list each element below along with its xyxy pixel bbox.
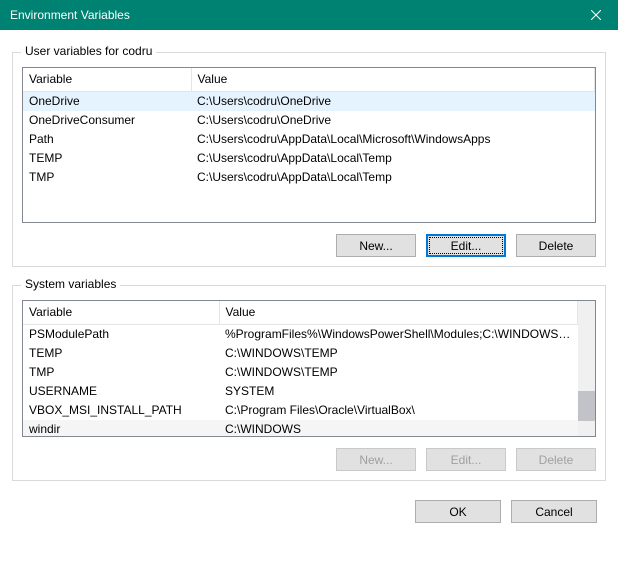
table-row[interactable]: TMP C:\Users\codru\AppData\Local\Temp: [23, 168, 595, 187]
user-delete-button[interactable]: Delete: [516, 234, 596, 257]
table-row[interactable]: windir C:\WINDOWS: [23, 420, 578, 437]
cell-value: C:\Users\codru\OneDrive: [191, 111, 595, 130]
column-header-variable[interactable]: Variable: [23, 68, 191, 92]
column-header-value[interactable]: Value: [191, 68, 595, 92]
table-row[interactable]: TEMP C:\WINDOWS\TEMP: [23, 344, 578, 363]
cell-variable: TMP: [23, 363, 219, 382]
table-row[interactable]: OneDriveConsumer C:\Users\codru\OneDrive: [23, 111, 595, 130]
cell-variable: OneDrive: [23, 92, 191, 112]
cell-variable: TEMP: [23, 149, 191, 168]
scrollbar[interactable]: [578, 301, 595, 436]
table-row[interactable]: USERNAME SYSTEM: [23, 382, 578, 401]
cell-value: %ProgramFiles%\WindowsPowerShell\Modules…: [219, 325, 578, 345]
cell-variable: VBOX_MSI_INSTALL_PATH: [23, 401, 219, 420]
table-row[interactable]: Path C:\Users\codru\AppData\Local\Micros…: [23, 130, 595, 149]
cell-value: C:\WINDOWS\TEMP: [219, 344, 578, 363]
column-header-value[interactable]: Value: [219, 301, 578, 325]
close-button[interactable]: [573, 0, 618, 30]
cell-value: SYSTEM: [219, 382, 578, 401]
cell-variable: TEMP: [23, 344, 219, 363]
table-row[interactable]: TEMP C:\Users\codru\AppData\Local\Temp: [23, 149, 595, 168]
user-buttons-row: New... Edit... Delete: [22, 234, 596, 257]
cell-variable: Path: [23, 130, 191, 149]
window-title: Environment Variables: [10, 8, 130, 22]
user-variables-group: User variables for codru Variable Value …: [12, 52, 606, 267]
table-row[interactable]: VBOX_MSI_INSTALL_PATH C:\Program Files\O…: [23, 401, 578, 420]
system-buttons-row: New... Edit... Delete: [22, 448, 596, 471]
cell-value: C:\Users\codru\OneDrive: [191, 92, 595, 112]
user-new-button[interactable]: New...: [336, 234, 416, 257]
system-delete-button: Delete: [516, 448, 596, 471]
user-edit-button[interactable]: Edit...: [426, 234, 506, 257]
table-header-row: Variable Value: [23, 301, 578, 325]
system-new-button: New...: [336, 448, 416, 471]
scrollbar-thumb[interactable]: [578, 391, 595, 421]
system-variables-group: System variables Variable Value PSModule…: [12, 285, 606, 481]
cell-variable: windir: [23, 420, 219, 437]
cell-variable: USERNAME: [23, 382, 219, 401]
cell-value: C:\Users\codru\AppData\Local\Temp: [191, 149, 595, 168]
ok-button[interactable]: OK: [415, 500, 501, 523]
cell-variable: PSModulePath: [23, 325, 219, 345]
cell-value: C:\Users\codru\AppData\Local\Temp: [191, 168, 595, 187]
cell-variable: TMP: [23, 168, 191, 187]
table-row[interactable]: OneDrive C:\Users\codru\OneDrive: [23, 92, 595, 112]
system-variables-legend: System variables: [21, 277, 120, 291]
cell-value: C:\Program Files\Oracle\VirtualBox\: [219, 401, 578, 420]
user-variables-table[interactable]: Variable Value OneDrive C:\Users\codru\O…: [22, 67, 596, 223]
column-header-variable[interactable]: Variable: [23, 301, 219, 325]
dialog-content: User variables for codru Variable Value …: [0, 30, 618, 489]
close-icon: [591, 10, 601, 20]
cancel-button[interactable]: Cancel: [511, 500, 597, 523]
titlebar[interactable]: Environment Variables: [0, 0, 618, 30]
system-edit-button: Edit...: [426, 448, 506, 471]
cell-value: C:\WINDOWS\TEMP: [219, 363, 578, 382]
cell-value: C:\Users\codru\AppData\Local\Microsoft\W…: [191, 130, 595, 149]
cell-value: C:\WINDOWS: [219, 420, 578, 437]
system-variables-table[interactable]: Variable Value PSModulePath %ProgramFile…: [22, 300, 596, 437]
table-header-row: Variable Value: [23, 68, 595, 92]
dialog-buttons-row: OK Cancel: [0, 489, 618, 535]
cell-variable: OneDriveConsumer: [23, 111, 191, 130]
table-row[interactable]: PSModulePath %ProgramFiles%\WindowsPower…: [23, 325, 578, 345]
user-variables-legend: User variables for codru: [21, 44, 156, 58]
table-row[interactable]: TMP C:\WINDOWS\TEMP: [23, 363, 578, 382]
